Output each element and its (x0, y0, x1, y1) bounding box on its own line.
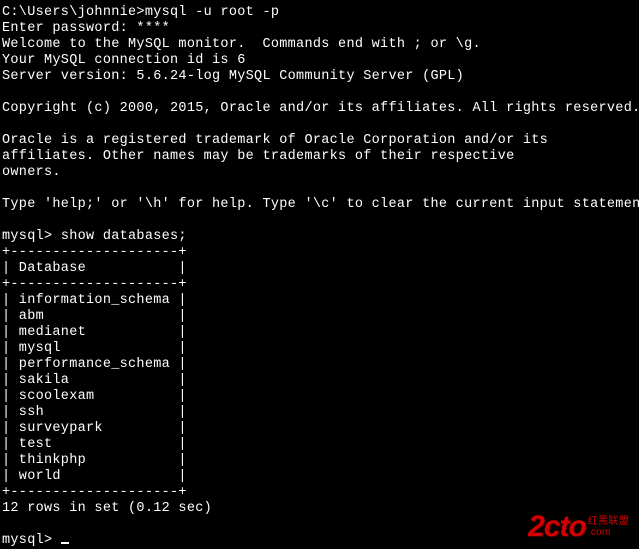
table-row: | information_schema | (2, 293, 637, 309)
active-prompt-line[interactable]: mysql> (2, 533, 637, 549)
table-row: | surveypark | (2, 421, 637, 437)
blank-line (2, 213, 637, 229)
table-border-mid: +--------------------+ (2, 277, 637, 293)
welcome-line: Welcome to the MySQL monitor. Commands e… (2, 37, 637, 53)
table-border-bottom: +--------------------+ (2, 485, 637, 501)
table-row: | performance_schema | (2, 357, 637, 373)
table-row: | world | (2, 469, 637, 485)
table-row: | thinkphp | (2, 453, 637, 469)
table-row: | sakila | (2, 373, 637, 389)
cursor-icon (61, 542, 69, 544)
trademark-line-1: Oracle is a registered trademark of Orac… (2, 133, 637, 149)
login-command: mysql -u root -p (145, 5, 279, 20)
trademark-line-2: affiliates. Other names may be trademark… (2, 149, 637, 165)
table-row: | mysql | (2, 341, 637, 357)
help-line: Type 'help;' or '\h' for help. Type '\c'… (2, 197, 637, 213)
copyright-line: Copyright (c) 2000, 2015, Oracle and/or … (2, 101, 637, 117)
table-border-top: +--------------------+ (2, 245, 637, 261)
login-line: C:\Users\johnnie>mysql -u root -p (2, 5, 637, 21)
path-prompt: C:\Users\johnnie> (2, 5, 145, 20)
result-summary: 12 rows in set (0.12 sec) (2, 501, 637, 517)
conn-id-line: Your MySQL connection id is 6 (2, 53, 637, 69)
blank-line (2, 117, 637, 133)
trademark-line-3: owners. (2, 165, 637, 181)
show-db-line[interactable]: mysql> show databases; (2, 229, 637, 245)
table-row: | medianet | (2, 325, 637, 341)
table-row: | abm | (2, 309, 637, 325)
table-row: | test | (2, 437, 637, 453)
blank-line (2, 85, 637, 101)
table-row: | ssh | (2, 405, 637, 421)
blank-line (2, 181, 637, 197)
show-command: show databases; (61, 229, 187, 244)
server-version-line: Server version: 5.6.24-log MySQL Communi… (2, 69, 637, 85)
mysql-prompt: mysql> (2, 229, 61, 244)
blank-line (2, 517, 637, 533)
table-row: | scoolexam | (2, 389, 637, 405)
table-header: | Database | (2, 261, 637, 277)
password-line: Enter password: **** (2, 21, 637, 37)
